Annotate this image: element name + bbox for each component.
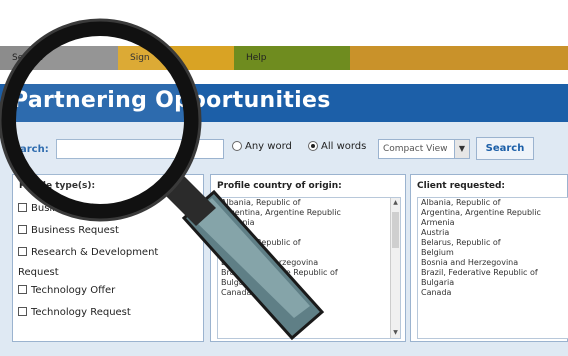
list-item[interactable]: Austria <box>218 228 400 238</box>
request-heading: Request <box>18 267 59 278</box>
all-words-label: All words <box>321 141 367 152</box>
list-item[interactable]: Bosnia and Herzegovina <box>218 258 400 268</box>
nav-search[interactable]: Search <box>0 46 118 70</box>
list-item[interactable]: Belgium <box>218 248 400 258</box>
list-item[interactable]: Austria <box>418 228 568 238</box>
all-words-radio[interactable] <box>308 141 318 151</box>
checkbox[interactable] <box>18 247 27 256</box>
list-item[interactable]: Bosnia and Herzegovina <box>418 258 568 268</box>
list-item[interactable]: Argentina, Argentine Republic <box>218 208 400 218</box>
checkbox-label: Business Request <box>31 225 119 236</box>
profile-country-title: Profile country of origin: <box>217 181 342 191</box>
checkbox-label: Technology Offer <box>31 285 116 296</box>
client-requested-listbox[interactable]: Albania, Republic of Argentina, Argentin… <box>417 197 568 339</box>
checkbox-research-development[interactable]: Research & Development <box>18 247 158 258</box>
checkbox-technology-request[interactable]: Technology Request <box>18 307 131 318</box>
checkbox-technology-offer[interactable]: Technology Offer <box>18 285 115 296</box>
list-item[interactable]: Albania, Republic of <box>418 198 568 208</box>
list-item[interactable]: Armenia <box>218 218 400 228</box>
any-word-label: Any word <box>245 141 292 152</box>
list-item[interactable]: Bulgaria <box>418 278 568 288</box>
checkbox[interactable] <box>18 285 27 294</box>
checkbox[interactable] <box>18 307 27 316</box>
search-label: Search: <box>6 144 49 155</box>
list-item[interactable]: Canada <box>418 288 568 298</box>
checkbox-business-offer[interactable]: Business Offer <box>18 203 103 214</box>
profile-types-box: Profile type(s): Business Offer Business… <box>12 174 204 342</box>
list-item[interactable]: Belgium <box>418 248 568 258</box>
list-item[interactable]: Canada <box>218 288 400 298</box>
list-item[interactable]: Albania, Republic of <box>218 198 400 208</box>
checkbox-label: Research & Development <box>31 247 159 258</box>
scrollbar-thumb[interactable] <box>392 212 399 248</box>
checkbox-label: Technology Request <box>31 307 131 318</box>
view-select-value: Compact View <box>383 144 448 154</box>
view-select[interactable]: Compact View ▼ <box>378 139 470 159</box>
client-requested-title: Client requested: <box>417 181 506 191</box>
list-item[interactable]: Belarus, Republic of <box>418 238 568 248</box>
nav-extra <box>350 46 568 70</box>
scroll-up-icon[interactable]: ▲ <box>391 198 400 208</box>
nav-sign[interactable]: Sign <box>118 46 234 70</box>
scroll-down-icon[interactable]: ▼ <box>391 328 400 338</box>
chevron-down-icon[interactable]: ▼ <box>454 140 469 158</box>
list-item[interactable]: Argentina, Argentine Republic <box>418 208 568 218</box>
list-item[interactable]: Armenia <box>418 218 568 228</box>
search-button[interactable]: Search <box>476 137 534 160</box>
top-nav-bar: Search Sign Help <box>0 46 568 70</box>
any-word-radio[interactable] <box>232 141 242 151</box>
checkbox[interactable] <box>18 203 27 212</box>
list-item[interactable]: Brazil, Federative Republic of <box>218 268 400 278</box>
search-input[interactable] <box>56 139 224 159</box>
page-header-area <box>0 0 568 46</box>
list-item[interactable]: Brazil, Federative Republic of <box>418 268 568 278</box>
listbox-scrollbar[interactable]: ▲ ▼ <box>390 198 400 338</box>
profile-country-listbox[interactable]: Albania, Republic of Argentina, Argentin… <box>217 197 401 339</box>
client-requested-box: Client requested: Albania, Republic of A… <box>410 174 568 342</box>
profile-country-box: Profile country of origin: Albania, Repu… <box>210 174 406 342</box>
checkbox[interactable] <box>18 225 27 234</box>
nav-help[interactable]: Help <box>234 46 350 70</box>
list-item[interactable]: Belarus, Republic of <box>218 238 400 248</box>
checkbox-label: Business Offer <box>31 203 104 214</box>
list-item[interactable]: Bulgaria <box>218 278 400 288</box>
page-title: Partnering Opportunities <box>12 88 331 113</box>
title-bar: Partnering Opportunities <box>0 84 568 122</box>
profile-types-title: Profile type(s): <box>19 181 96 191</box>
checkbox-business-request[interactable]: Business Request <box>18 225 119 236</box>
